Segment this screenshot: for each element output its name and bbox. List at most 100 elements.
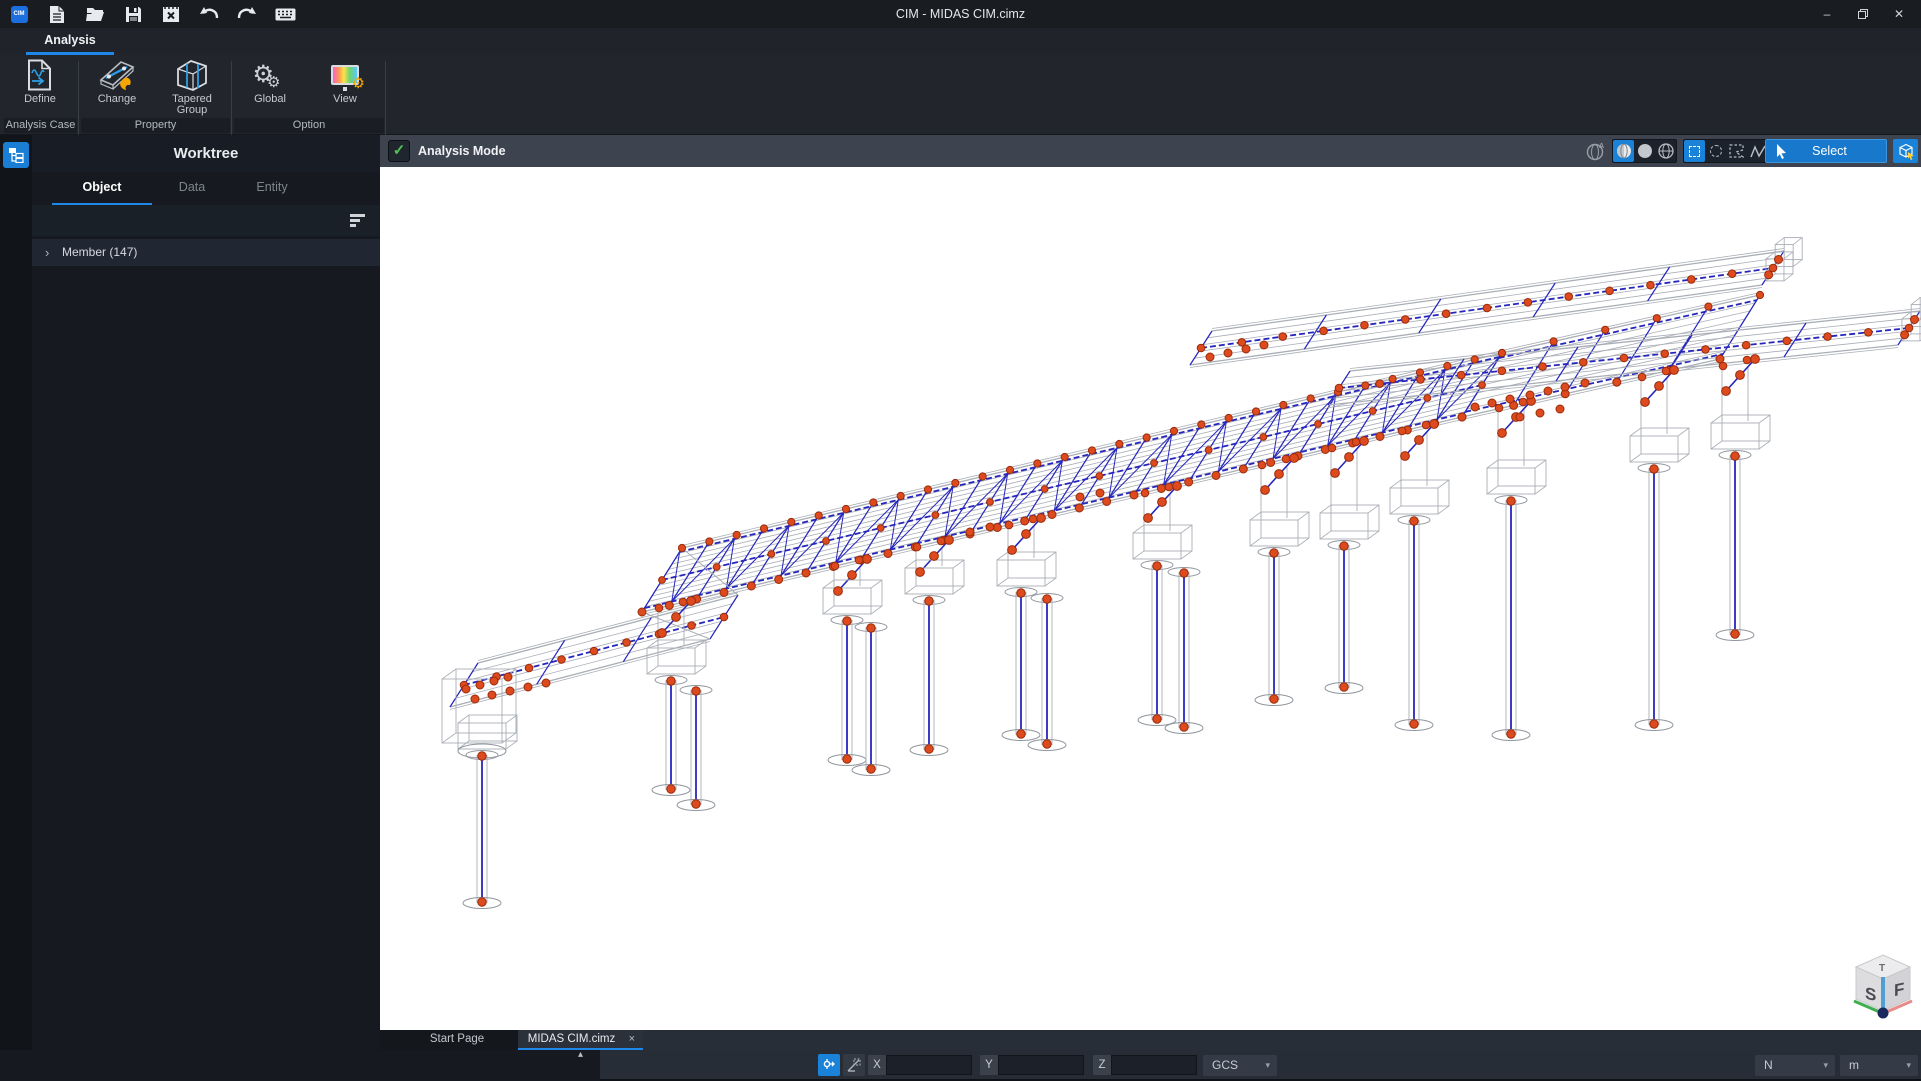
menu-bar: Analysis bbox=[0, 28, 1921, 55]
globe-auto-icon: A bbox=[1586, 141, 1606, 161]
global-button[interactable]: ⚙⚙ Global bbox=[238, 57, 302, 117]
new-document-button[interactable] bbox=[44, 3, 70, 25]
wireframe-view-button[interactable] bbox=[1655, 140, 1676, 162]
expand-panel-caret[interactable]: ▴ bbox=[578, 1049, 583, 1060]
group-option: Option bbox=[234, 118, 384, 133]
axis-indicator-cube[interactable]: S F T bbox=[1848, 945, 1918, 1027]
open-folder-icon bbox=[86, 6, 105, 22]
y-coord-input[interactable] bbox=[998, 1055, 1084, 1075]
axis-label-left: S bbox=[1865, 983, 1876, 1005]
tab-start-page[interactable]: Start Page × bbox=[398, 1030, 534, 1050]
render-mode-group bbox=[1612, 139, 1677, 163]
worktree-tabs: Object Data Entity bbox=[32, 172, 380, 205]
circle-select-button[interactable] bbox=[1705, 140, 1726, 162]
axis-label-top: T bbox=[1879, 963, 1885, 974]
open-button[interactable] bbox=[82, 3, 108, 25]
snap-incline-button[interactable] bbox=[843, 1054, 865, 1076]
group-property: Property bbox=[81, 118, 230, 133]
keyboard-icon bbox=[275, 8, 296, 21]
view-orientation-button[interactable]: A bbox=[1586, 139, 1606, 163]
view-monitor-icon: ⚙ bbox=[331, 57, 359, 93]
cursor-icon bbox=[1776, 144, 1787, 159]
title-bar: CIM - MIDAS CIM.cimz CIM bbox=[0, 0, 1921, 28]
iso-cube-icon bbox=[1897, 142, 1915, 160]
tab-midas-cim[interactable]: MIDAS CIM.cimz × bbox=[518, 1030, 643, 1050]
wireframe-globe-icon bbox=[1658, 143, 1674, 159]
chevron-down-icon: ▾ bbox=[1823, 1055, 1828, 1076]
gears-icon: ⚙⚙ bbox=[253, 57, 288, 93]
viewport-header: ✓ Analysis Mode A bbox=[380, 135, 1921, 167]
undo-icon bbox=[199, 7, 219, 22]
tab-entity[interactable]: Entity bbox=[232, 172, 312, 205]
force-unit-dropdown[interactable]: N▾ bbox=[1755, 1055, 1835, 1076]
close-document-button[interactable] bbox=[158, 3, 184, 25]
axis-origin-sphere bbox=[1878, 1008, 1889, 1019]
redo-icon bbox=[237, 7, 257, 22]
close-button[interactable]: ✕ bbox=[1881, 0, 1917, 28]
polygon-select-icon bbox=[1729, 144, 1744, 158]
analysis-mode-check-icon[interactable]: ✓ bbox=[388, 140, 410, 162]
chevron-down-icon: ▾ bbox=[1265, 1055, 1270, 1076]
tab-object[interactable]: Object bbox=[52, 172, 152, 205]
z-coord-input[interactable] bbox=[1111, 1055, 1197, 1075]
viewport: ✓ Analysis Mode A bbox=[380, 135, 1921, 1030]
polygon-select-button[interactable] bbox=[1726, 140, 1747, 162]
tab-data[interactable]: Data bbox=[152, 172, 232, 205]
solid-sphere-icon bbox=[1637, 143, 1653, 159]
y-coord-label: Y bbox=[980, 1055, 998, 1075]
ribbon: Define Change Tapered Group ⚙⚙ Global ⚙ … bbox=[0, 55, 1921, 135]
snap-node-icon bbox=[822, 1058, 836, 1072]
isometric-view-button[interactable] bbox=[1893, 139, 1918, 163]
status-bar: ▴ X Y Z GCS▾ N▾ m▾ bbox=[0, 1050, 1921, 1081]
shaded-view-button[interactable] bbox=[1613, 140, 1634, 162]
selection-tool-group bbox=[1683, 139, 1769, 163]
save-button[interactable] bbox=[120, 3, 146, 25]
keyboard-button[interactable] bbox=[272, 3, 298, 25]
cim-logo-icon: CIM bbox=[11, 6, 28, 23]
change-button[interactable]: Change bbox=[85, 57, 149, 117]
expand-chevron-icon[interactable]: › bbox=[45, 239, 49, 266]
tapered-group-icon bbox=[174, 57, 210, 93]
chevron-down-icon: ▾ bbox=[1906, 1055, 1911, 1076]
shaded-globe-icon bbox=[1616, 143, 1632, 159]
tab-analysis[interactable]: Analysis bbox=[26, 28, 114, 55]
svg-text:A: A bbox=[1599, 143, 1604, 150]
select-button[interactable]: Select bbox=[1765, 139, 1887, 163]
worktree-panel: Worktree Object Data Entity › Member (14… bbox=[32, 135, 380, 1050]
close-tab-icon[interactable]: × bbox=[629, 1030, 635, 1049]
rect-select-icon bbox=[1689, 146, 1700, 157]
worktree-toolbar bbox=[32, 205, 380, 236]
rect-select-button[interactable] bbox=[1684, 140, 1705, 162]
close-document-icon bbox=[162, 6, 180, 23]
redo-button[interactable] bbox=[234, 3, 260, 25]
sort-icon[interactable] bbox=[350, 214, 366, 227]
solid-view-button[interactable] bbox=[1634, 140, 1655, 162]
circle-select-icon bbox=[1710, 145, 1722, 157]
app-menu-button[interactable]: CIM bbox=[6, 3, 32, 25]
snap-incline-icon bbox=[847, 1058, 861, 1072]
left-dock-strip bbox=[0, 135, 32, 1050]
view-button[interactable]: ⚙ View bbox=[313, 57, 377, 117]
tapered-group-button[interactable]: Tapered Group bbox=[160, 57, 224, 117]
snap-node-button[interactable] bbox=[818, 1054, 840, 1076]
group-analysis-case: Analysis Case bbox=[4, 118, 77, 133]
worktree-panel-button[interactable] bbox=[3, 142, 29, 168]
document-tab-bar: Start Page × MIDAS CIM.cimz × bbox=[380, 1030, 1921, 1050]
model-svg[interactable] bbox=[380, 167, 1921, 1030]
minimize-button[interactable]: – bbox=[1809, 0, 1845, 28]
tree-item-member[interactable]: › Member (147) bbox=[32, 239, 380, 266]
restore-icon bbox=[1858, 9, 1868, 19]
length-unit-dropdown[interactable]: m▾ bbox=[1840, 1055, 1918, 1076]
x-coord-input[interactable] bbox=[886, 1055, 972, 1075]
x-coord-label: X bbox=[868, 1055, 886, 1075]
worktree-title: Worktree bbox=[32, 135, 380, 172]
coordinate-system-dropdown[interactable]: GCS▾ bbox=[1203, 1055, 1277, 1076]
restore-button[interactable] bbox=[1845, 0, 1881, 28]
change-property-icon bbox=[98, 57, 136, 93]
model-viewport-canvas[interactable]: S F T bbox=[380, 167, 1921, 1030]
analysis-mode-label: Analysis Mode bbox=[418, 135, 506, 167]
save-icon bbox=[125, 6, 142, 23]
new-document-icon bbox=[49, 5, 65, 24]
undo-button[interactable] bbox=[196, 3, 222, 25]
define-button[interactable]: Define bbox=[8, 57, 72, 117]
